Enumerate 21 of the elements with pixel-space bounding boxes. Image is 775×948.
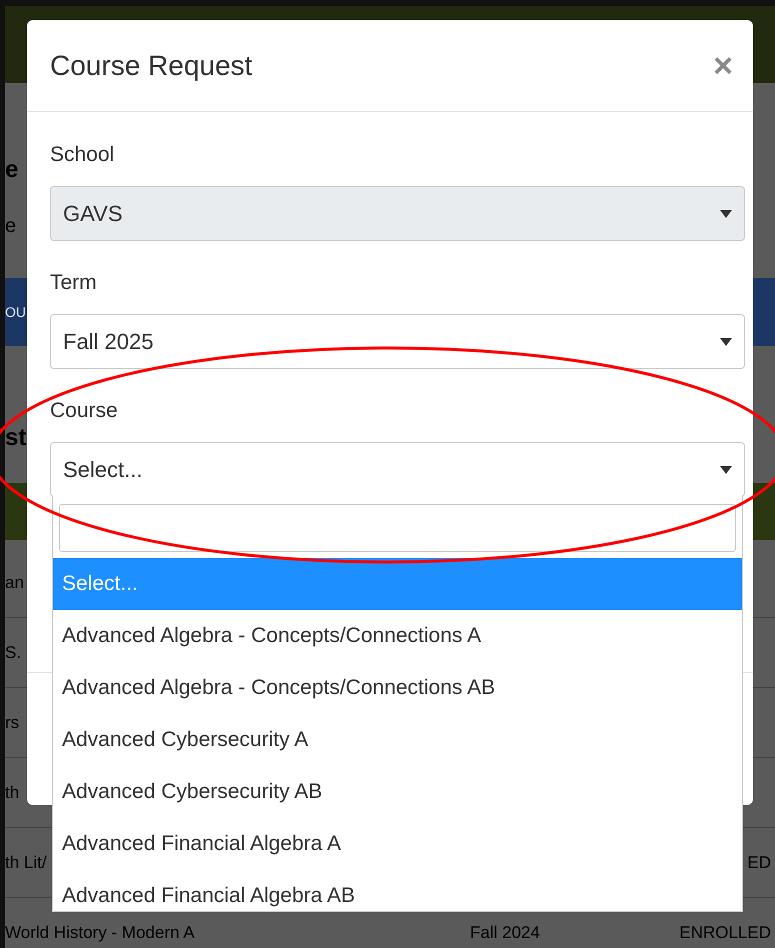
table-cell: th Lit/: [5, 852, 47, 872]
field-label: Course: [50, 398, 119, 424]
table-cell: Fall 2024: [470, 922, 540, 942]
field-label: Term: [50, 270, 98, 296]
caret-icon: [720, 466, 732, 474]
page-heading: e: [5, 156, 18, 184]
table-cell: ED: [747, 852, 771, 872]
section-heading: st: [5, 424, 26, 452]
table-cell: th: [5, 782, 20, 802]
table-cell: S.: [5, 642, 22, 662]
table-cell: rs: [5, 712, 20, 732]
page-subtitle: e: [5, 214, 16, 238]
table-cell: World History - Modern A: [5, 922, 195, 942]
caret-icon: [720, 338, 732, 346]
field-label: School: [50, 142, 116, 168]
search-field[interactable]: [59, 504, 736, 552]
caret-icon: [720, 210, 732, 218]
dialog-title: Course Request: [50, 50, 252, 82]
select-field[interactable]: Fall 2025: [50, 314, 745, 369]
table-cell: ENROLLED: [679, 922, 771, 942]
table-cell: an: [5, 572, 24, 592]
